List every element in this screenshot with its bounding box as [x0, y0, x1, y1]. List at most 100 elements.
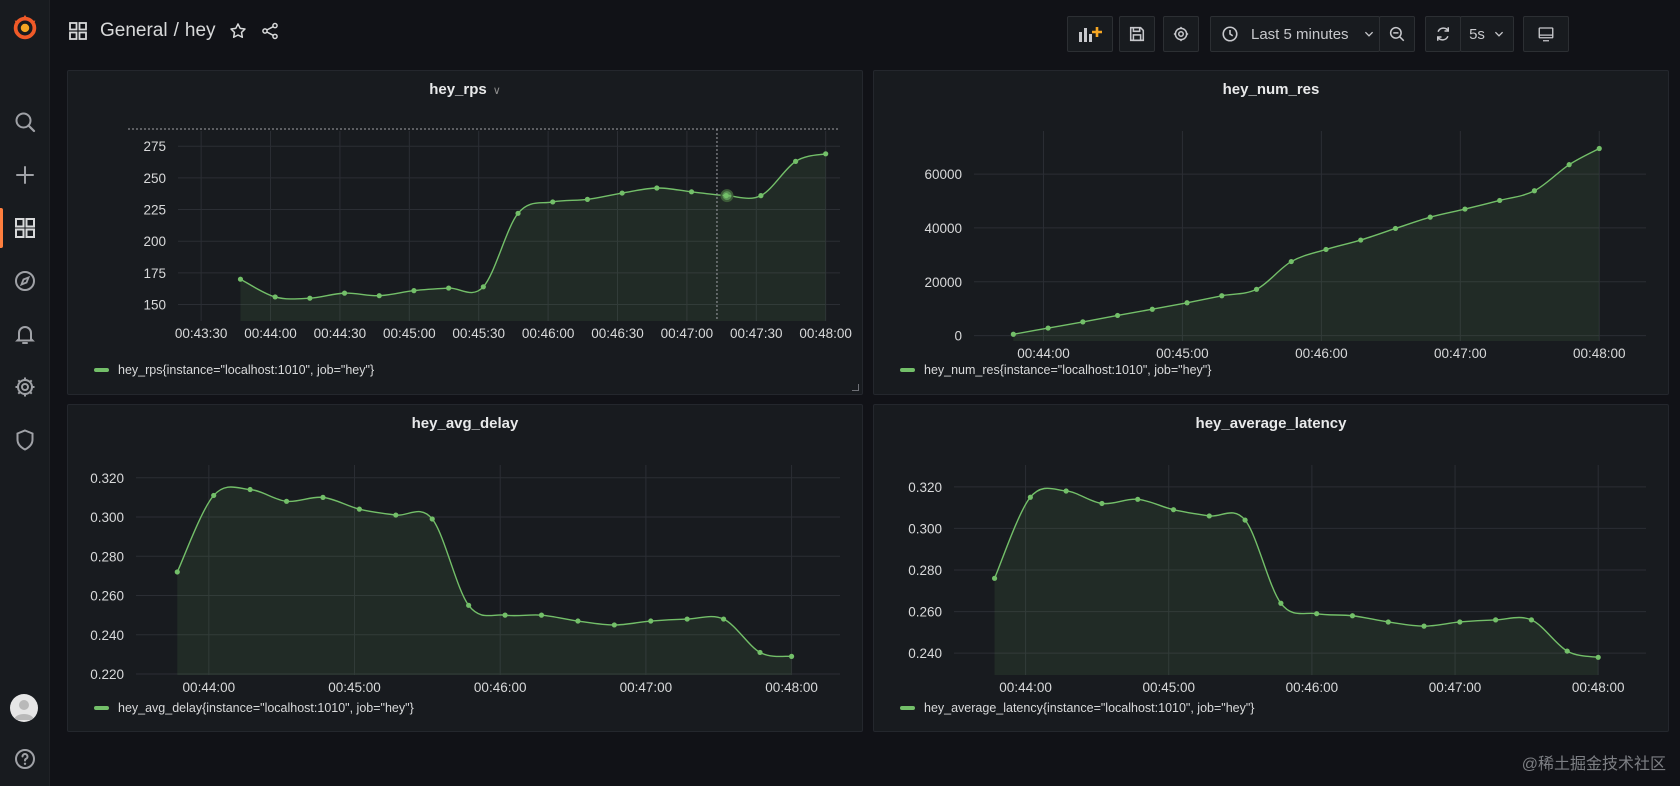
- data-point[interactable]: [1358, 237, 1364, 243]
- shield-icon[interactable]: [0, 420, 50, 460]
- data-point[interactable]: [1219, 293, 1225, 299]
- legend-item[interactable]: hey_rps{instance="localhost:1010", job="…: [94, 363, 374, 377]
- data-point[interactable]: [1114, 312, 1121, 319]
- data-point[interactable]: [611, 622, 617, 628]
- data-point[interactable]: [356, 506, 362, 512]
- data-point[interactable]: [823, 151, 829, 157]
- data-point[interactable]: [341, 290, 348, 296]
- data-point[interactable]: [1566, 162, 1572, 168]
- breadcrumb-folder[interactable]: General: [100, 20, 168, 42]
- data-point[interactable]: [1184, 300, 1190, 306]
- legend-item[interactable]: hey_num_res{instance="localhost:1010", j…: [900, 363, 1211, 377]
- data-point[interactable]: [619, 190, 625, 196]
- data-point[interactable]: [788, 653, 795, 659]
- data-point[interactable]: [502, 612, 508, 618]
- panel-hey-rps[interactable]: hey_rps ∨ 275 250 225 200 175 150 00:43:30 00:44:…: [67, 70, 863, 395]
- data-point[interactable]: [720, 616, 727, 622]
- data-point[interactable]: [237, 276, 244, 282]
- data-point[interactable]: [1170, 507, 1177, 513]
- data-point[interactable]: [174, 569, 180, 575]
- data-point[interactable]: [283, 498, 290, 504]
- panel-hey-average-latency[interactable]: hey_average_latency 0.320 0.300 0.280 0.260 0…: [873, 404, 1669, 732]
- panel-hey-avg-delay[interactable]: hey_avg_delay 0.320 0.300 0.280 0.260 0.240 0.…: [67, 404, 863, 732]
- data-point[interactable]: [1457, 619, 1463, 625]
- data-point[interactable]: [1045, 325, 1051, 331]
- bell-icon[interactable]: [0, 314, 50, 354]
- data-point[interactable]: [1392, 225, 1399, 232]
- data-point[interactable]: [429, 516, 435, 522]
- data-point[interactable]: [411, 288, 417, 294]
- data-point[interactable]: [1497, 197, 1503, 204]
- data-point[interactable]: [1564, 648, 1570, 654]
- data-point[interactable]: [758, 193, 764, 199]
- data-point[interactable]: [1253, 286, 1260, 292]
- data-point[interactable]: [1099, 500, 1105, 507]
- data-point[interactable]: [1421, 623, 1427, 629]
- data-point[interactable]: [1206, 513, 1212, 519]
- data-point[interactable]: [393, 512, 399, 518]
- data-point[interactable]: [1385, 619, 1391, 625]
- data-point[interactable]: [584, 196, 591, 202]
- data-point[interactable]: [1027, 494, 1033, 500]
- data-point[interactable]: [211, 492, 217, 499]
- gear-icon[interactable]: [0, 367, 50, 407]
- data-point[interactable]: [1596, 145, 1602, 152]
- data-point[interactable]: [480, 284, 486, 290]
- data-point[interactable]: [1427, 214, 1433, 220]
- data-point[interactable]: [272, 294, 278, 300]
- data-point[interactable]: [1278, 600, 1284, 606]
- data-point[interactable]: [1242, 517, 1248, 523]
- search-icon[interactable]: [0, 102, 50, 142]
- data-point[interactable]: [1462, 206, 1468, 212]
- plus-icon[interactable]: [0, 155, 50, 195]
- data-point[interactable]: [1528, 617, 1535, 623]
- dashboards-icon[interactable]: [0, 208, 50, 248]
- compass-icon[interactable]: [0, 261, 50, 301]
- panel-hey-num-res[interactable]: hey_num_res 60000 40000 20000 0 00:44:00 00:45…: [873, 70, 1669, 395]
- data-point[interactable]: [654, 185, 660, 191]
- star-icon[interactable]: [228, 21, 248, 41]
- data-point[interactable]: [1323, 246, 1329, 253]
- save-dashboard-button[interactable]: [1119, 16, 1155, 52]
- data-point[interactable]: [466, 602, 472, 608]
- data-point[interactable]: [1288, 258, 1294, 265]
- refresh-button[interactable]: [1425, 16, 1461, 52]
- data-point[interactable]: [1063, 488, 1069, 494]
- data-point[interactable]: [376, 293, 382, 299]
- data-point[interactable]: [1595, 654, 1601, 660]
- data-point[interactable]: [575, 618, 581, 624]
- share-icon[interactable]: [260, 21, 280, 41]
- data-point[interactable]: [688, 189, 695, 195]
- panel-resize-handle[interactable]: [852, 384, 859, 391]
- data-point[interactable]: [1135, 496, 1141, 502]
- add-panel-button[interactable]: [1067, 16, 1113, 52]
- data-point[interactable]: [1314, 611, 1320, 617]
- zoom-out-button[interactable]: [1379, 16, 1415, 52]
- data-point[interactable]: [793, 158, 799, 164]
- data-point[interactable]: [1080, 319, 1086, 325]
- data-point[interactable]: [307, 295, 313, 301]
- data-point[interactable]: [757, 649, 763, 656]
- time-range-picker[interactable]: Last 5 minutes: [1210, 16, 1380, 52]
- data-point[interactable]: [1493, 617, 1499, 623]
- data-point[interactable]: [538, 612, 545, 618]
- legend-item[interactable]: hey_average_latency{instance="localhost:…: [900, 701, 1255, 715]
- data-point[interactable]: [1149, 306, 1155, 312]
- data-point[interactable]: [550, 199, 556, 205]
- data-point[interactable]: [320, 494, 326, 500]
- data-point[interactable]: [684, 616, 690, 622]
- dashboard-title[interactable]: hey: [185, 20, 216, 42]
- avatar[interactable]: [10, 694, 38, 722]
- data-point[interactable]: [991, 575, 998, 581]
- dashboard-settings-button[interactable]: [1163, 16, 1199, 52]
- grafana-logo-icon[interactable]: [8, 10, 42, 44]
- help-icon[interactable]: [0, 739, 50, 779]
- data-point[interactable]: [648, 618, 654, 624]
- legend-item[interactable]: hey_avg_delay{instance="localhost:1010",…: [94, 701, 414, 715]
- refresh-interval-picker[interactable]: 5s: [1460, 16, 1514, 52]
- data-point[interactable]: [1531, 188, 1538, 194]
- data-point[interactable]: [446, 285, 452, 291]
- view-mode-button[interactable]: [1523, 16, 1569, 52]
- data-point[interactable]: [515, 210, 521, 216]
- data-point[interactable]: [1349, 613, 1356, 619]
